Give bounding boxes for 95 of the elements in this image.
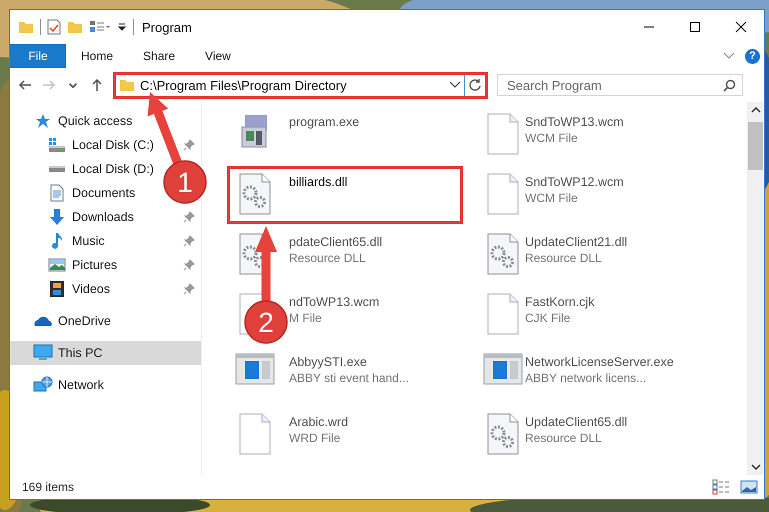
sidebar-item-label[interactable]: Quick access [58,114,132,128]
sidebar-item[interactable]: Network [32,376,104,394]
file-name[interactable]: pdateClient65.dll [289,235,382,249]
file-name[interactable]: SndToWP12.wcm [525,175,624,189]
gear-file-icon [487,233,519,275]
address-path: C:\Program Files\Program Directory [140,78,348,92]
scrollbar[interactable] [747,102,764,475]
file-name[interactable]: NetworkLicenseServer.exe [525,355,674,369]
file-type: WRD File [289,431,340,445]
file-icon [487,173,519,215]
sidebar-item[interactable]: Videos [46,280,110,298]
file-name[interactable]: AbbyySTI.exe [289,355,367,369]
address-bar[interactable]: C:\Program Files\Program Directory [113,72,488,98]
maximize-icon [689,21,701,33]
checklist-icon[interactable] [47,19,61,35]
document-icon [49,184,65,202]
sidebar-item-label[interactable]: Downloads [72,210,134,224]
file-name[interactable]: ndToWP13.wcm [289,295,380,309]
chevron-down-icon [69,82,77,88]
folder-icon [119,77,135,93]
sidebar-item-label[interactable]: Documents [72,186,136,200]
search-placeholder: Search Program [507,78,603,92]
file-type: Resource DLL [289,251,366,265]
download-icon [49,208,65,226]
search-field[interactable]: Search Program [497,74,743,96]
chevron-down-icon[interactable] [449,81,461,89]
step-badge: 2 [244,300,288,344]
ribbon-tab[interactable]: Home [66,44,128,68]
scrollbar-thumb[interactable] [748,122,763,170]
file-name[interactable]: SndToWP13.wcm [525,115,624,129]
folder-icon [18,19,34,35]
file-type: M File [289,311,322,325]
file-name[interactable]: Arabic.wrd [289,415,348,429]
sidebar-item[interactable]: Music [46,232,105,250]
file-name[interactable]: UpdateClient21.dll [525,235,628,249]
sidebar-item-label[interactable]: Pictures [72,258,118,272]
sidebar-item-label[interactable]: This PC [58,346,102,360]
help-button[interactable]: ? [745,48,760,64]
music-note-icon [50,232,64,250]
ribbon-tab[interactable]: File [10,44,66,68]
ribbon-tab[interactable]: Share [128,44,190,68]
computer-icon [33,344,53,362]
sidebar-item[interactable]: Quick access [32,113,132,129]
sidebar-item[interactable]: OneDrive [32,314,111,328]
file-name[interactable]: billiards.dll [289,175,348,189]
details-view-icon[interactable] [712,479,730,495]
application-icon [235,353,275,385]
sidebar-item-label[interactable]: Network [58,378,104,392]
file-name[interactable]: FastKorn.cjk [525,295,594,309]
file-type: CJK File [525,311,570,325]
file-type: Resource DLL [525,251,602,265]
file-name[interactable]: UpdateClient65.dll [525,415,628,429]
sidebar-item[interactable]: Downloads [46,208,134,226]
picture-icon [48,258,66,272]
file-icon [487,293,519,335]
chevron-up-icon [750,107,760,113]
sidebar-item[interactable]: This PC [10,341,201,365]
properties-icon[interactable] [89,19,111,35]
gear-file-icon [487,413,519,455]
large-icons-view-icon[interactable] [740,479,758,495]
sidebar-item-label[interactable]: Videos [72,282,110,296]
application-icon [483,353,523,385]
file-item[interactable]: billiards.dll [227,166,463,224]
star-icon [35,113,51,129]
sidebar-item[interactable]: Local Disk (D:) [46,162,154,176]
sidebar-item[interactable]: Local Disk (C:) [46,137,154,153]
file-type: ABBY sti event hand... [289,371,409,385]
sidebar-item-label[interactable]: Local Disk (C:) [72,138,154,152]
file-type: Resource DLL [525,431,602,445]
item-count: 169 items [22,480,74,494]
refresh-icon[interactable] [468,78,482,92]
network-icon [33,376,53,394]
sidebar-item-label[interactable]: Music [72,234,105,248]
close-icon [735,21,747,33]
file-icon [487,113,519,155]
chevron-down-icon [750,464,760,470]
sidebar-item[interactable]: Documents [46,184,136,202]
file-type: WCM File [525,131,578,145]
file-icon [239,413,271,455]
step-badge: 1 [163,160,207,204]
cloud-icon [33,314,53,328]
drive-icon [48,165,66,173]
sidebar-item-label[interactable]: OneDrive [58,314,111,328]
file-type: ABBY network licens... [525,371,646,385]
ribbon-tab[interactable]: View [190,44,246,68]
sidebar-item-label[interactable]: Local Disk (D:) [72,162,154,176]
search-icon [723,78,736,92]
window-title: Program [142,20,192,34]
file-type: WCM File [525,191,578,205]
drive-icon [48,137,66,153]
file-name[interactable]: program.exe [289,115,360,129]
caret-icon[interactable] [117,22,127,32]
film-icon [49,280,65,298]
sidebar-item[interactable]: Pictures [46,258,118,272]
gear-file-icon [239,173,271,215]
